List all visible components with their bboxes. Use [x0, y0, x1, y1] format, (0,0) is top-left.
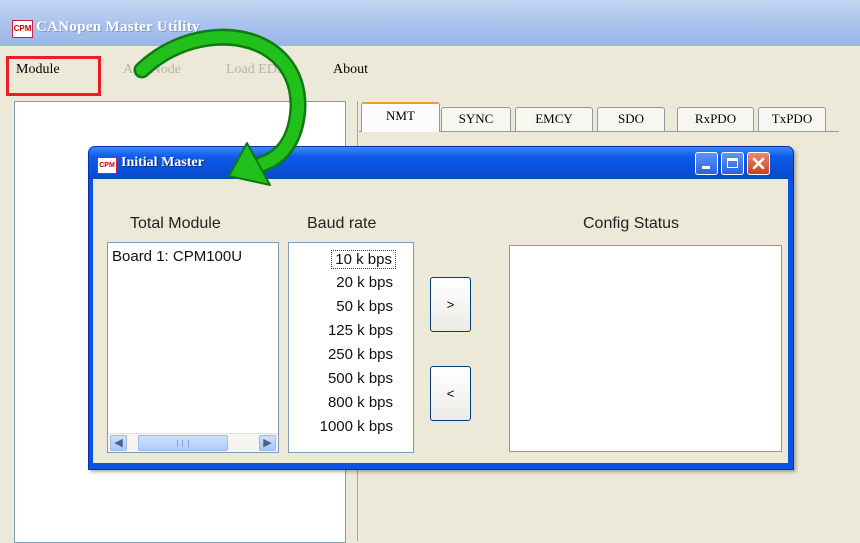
dialog-title: Initial Master: [121, 155, 204, 170]
app-icon: CPM: [12, 20, 33, 38]
grip-icon: [177, 440, 189, 447]
tab-sync[interactable]: SYNC: [441, 107, 511, 131]
maximize-button[interactable]: [721, 152, 744, 175]
menu-add-node: Add Node: [123, 62, 181, 77]
scroll-right-button[interactable]: ▶: [259, 435, 276, 451]
minimize-icon: [702, 166, 710, 169]
chevron-left-icon: ◀: [114, 436, 123, 449]
baud-option[interactable]: 10 k bps: [331, 250, 396, 269]
tab-sdo[interactable]: SDO: [597, 107, 665, 131]
module-highlight-box: [6, 56, 101, 96]
menu-about[interactable]: About: [333, 62, 368, 78]
baud-option[interactable]: 800 k bps: [328, 394, 393, 411]
dialog-app-icon: CPM: [97, 157, 117, 174]
tab-emcy[interactable]: EMCY: [515, 107, 593, 131]
chevron-right-icon: ▶: [263, 436, 272, 449]
close-icon: [752, 157, 765, 170]
baud-option[interactable]: 500 k bps: [328, 370, 393, 387]
app-title: CANopen Master Utility: [36, 19, 200, 35]
tab-strip: NMT SYNC EMCY SDO RxPDO TxPDO: [359, 101, 839, 132]
module-list-item[interactable]: Board 1: CPM100U: [108, 243, 278, 265]
baud-option[interactable]: 20 k bps: [336, 274, 393, 291]
tab-rxpdo[interactable]: RxPDO: [677, 107, 754, 131]
menu-bar: Module Add Node Load EDS About: [0, 46, 860, 96]
config-status-label: Config Status: [583, 215, 680, 232]
module-list-hscrollbar[interactable]: ◀ ▶: [108, 433, 278, 452]
add-config-button[interactable]: >: [430, 277, 471, 332]
minimize-button[interactable]: [695, 152, 718, 175]
baud-option[interactable]: 125 k bps: [328, 322, 393, 339]
tab-txpdo[interactable]: TxPDO: [758, 107, 826, 131]
baud-rate-list[interactable]: 10 k bps 20 k bps 50 k bps 125 k bps 250…: [288, 242, 414, 453]
scroll-left-button[interactable]: ◀: [110, 435, 127, 451]
total-module-label: Total Module: [130, 215, 221, 232]
menu-load-eds: Load EDS: [226, 62, 285, 77]
baud-option[interactable]: 50 k bps: [336, 298, 393, 315]
dialog-body: Total Module Baud rate Config Status Boa…: [93, 179, 788, 463]
tab-nmt[interactable]: NMT: [361, 102, 440, 132]
baud-option[interactable]: 250 k bps: [328, 346, 393, 363]
baud-rate-label: Baud rate: [307, 215, 377, 232]
config-status-list[interactable]: [509, 245, 782, 452]
total-module-list[interactable]: Board 1: CPM100U ◀ ▶: [107, 242, 279, 453]
maximize-icon: [727, 158, 738, 168]
scroll-thumb[interactable]: [138, 435, 228, 451]
close-button[interactable]: [747, 152, 770, 175]
initial-master-dialog: CPM Initial Master Total Module Baud rat…: [88, 146, 794, 470]
app-title-bar: CPM CANopen Master Utility: [0, 0, 860, 46]
dialog-title-bar[interactable]: CPM Initial Master: [89, 147, 793, 179]
baud-option[interactable]: 1000 k bps: [320, 418, 393, 435]
remove-config-button[interactable]: <: [430, 366, 471, 421]
